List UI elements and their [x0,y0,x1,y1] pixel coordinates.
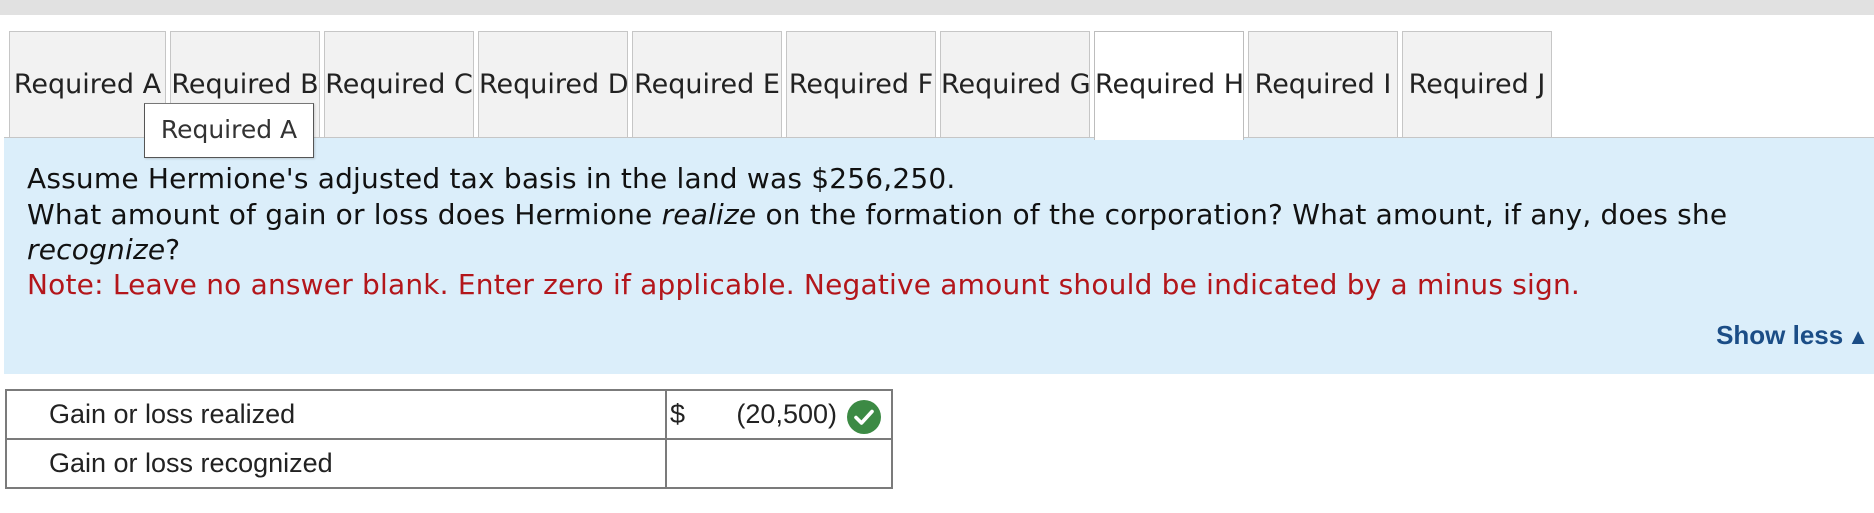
row-label-realized: Gain or loss realized [5,389,667,440]
instruction-note: Note: Leave no answer blank. Enter zero … [27,268,1581,301]
answer-cell-realized[interactable]: $ (20,500) [665,389,893,440]
tab-required-d[interactable]: Required D [478,31,629,137]
prompt-line-1: Assume Hermione's adjusted tax basis in … [27,162,956,195]
answer-value-realized: (20,500) [736,399,837,429]
table-row: Gain or loss recognized [5,438,893,489]
tab-required-f[interactable]: Required F [786,31,936,137]
prompt-line-2: What amount of gain or loss does Hermion… [27,198,1727,231]
tab-tooltip: Required A [144,103,314,158]
tab-required-i[interactable]: Required I [1248,31,1398,137]
tab-required-h[interactable]: Required H [1094,31,1244,140]
tab-required-c[interactable]: Required C [324,31,474,137]
show-less-link[interactable]: Show less ▲ [1716,320,1869,351]
answer-input-recognized[interactable] [665,438,893,489]
prompt-line-3: recognize? [27,233,180,266]
question-prompt: Assume Hermione's adjusted tax basis in … [4,138,1874,374]
show-less-label: Show less [1716,320,1844,350]
prompt-line-2-start: What amount of gain or loss does Hermion… [27,198,662,231]
row-label-recognized: Gain or loss recognized [5,438,667,489]
term-recognize: recognize [27,233,166,266]
triangle-up-icon: ▲ [1847,324,1869,349]
check-icon [847,400,881,434]
answer-table: Gain or loss realized $ (20,500) Gain or… [5,389,893,489]
prompt-line-2-end: on the formation of the corporation? Wha… [756,198,1728,231]
tab-required-a[interactable]: Required A [9,31,166,137]
currency-symbol: $ [670,399,686,429]
top-bar [0,0,1874,15]
tab-required-j[interactable]: Required J [1402,31,1552,137]
table-row: Gain or loss realized $ (20,500) [5,389,893,440]
tab-required-e[interactable]: Required E [632,31,782,137]
tab-required-g[interactable]: Required G [940,31,1091,137]
question-mark: ? [165,233,181,266]
term-realize: realize [661,198,757,231]
